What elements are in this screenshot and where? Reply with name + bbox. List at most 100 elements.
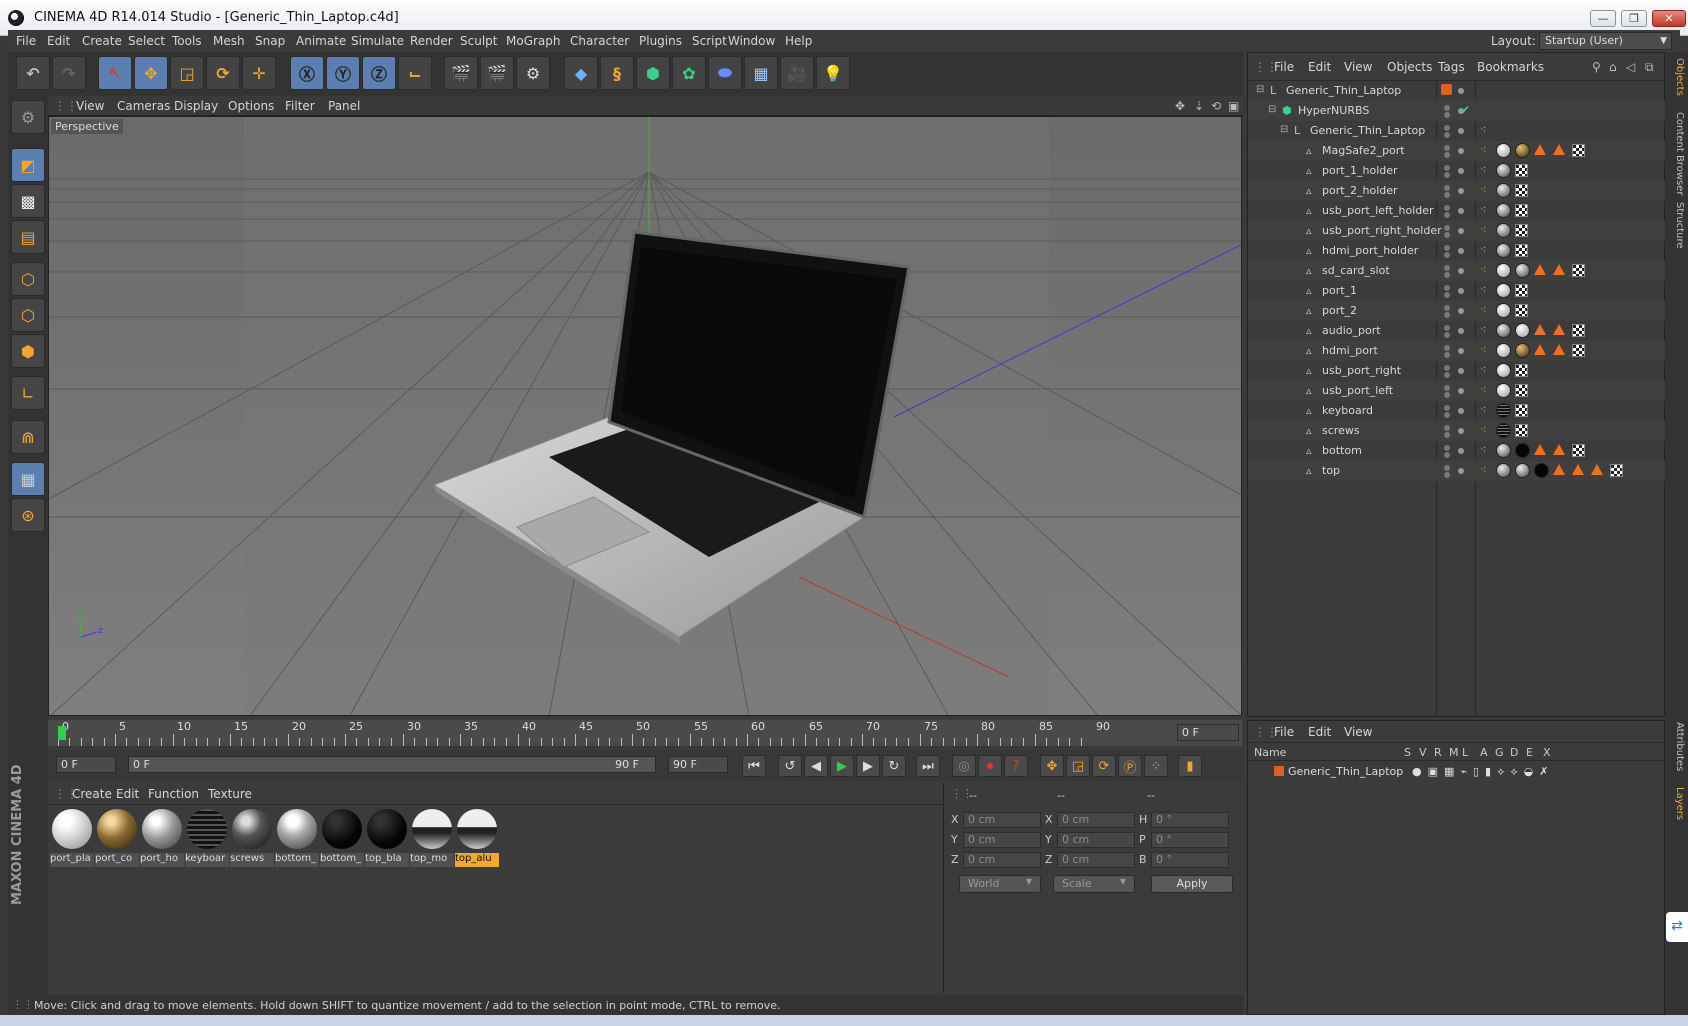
editor-visibility-dot[interactable] bbox=[1441, 84, 1452, 95]
phong-tag-icon[interactable]: ⁖ bbox=[1480, 143, 1486, 156]
editor-visibility-dot[interactable] bbox=[1444, 445, 1450, 451]
render-visibility-dot[interactable] bbox=[1444, 192, 1450, 198]
x-axis-lock-icon[interactable]: Ⓧ bbox=[290, 56, 324, 90]
enable-dot[interactable] bbox=[1458, 208, 1464, 214]
points-mode-icon[interactable]: ⬡ bbox=[11, 262, 45, 296]
teamviewer-icon[interactable]: ⇄ bbox=[1666, 912, 1688, 942]
material-tag-icon[interactable] bbox=[1496, 363, 1511, 378]
camera-icon[interactable]: 🎥 bbox=[780, 56, 814, 90]
coord-mode-dropdown[interactable]: World ▼ bbox=[959, 875, 1041, 893]
menu-snap[interactable]: Snap bbox=[255, 34, 285, 48]
material-tag-icon[interactable] bbox=[1496, 403, 1511, 418]
object-row[interactable]: ⊟ L Generic_Thin_Laptop ⁖ bbox=[1248, 121, 1666, 141]
editor-visibility-dot[interactable] bbox=[1444, 205, 1450, 211]
phong-tag-icon[interactable]: ⁖ bbox=[1480, 303, 1486, 316]
viewport-pan-icon[interactable]: ✥ bbox=[1175, 99, 1185, 113]
editor-visibility-dot[interactable] bbox=[1444, 185, 1450, 191]
end-frame-field[interactable]: 90 F bbox=[668, 756, 728, 773]
key-position-icon[interactable]: ✥ bbox=[1040, 755, 1064, 777]
uvw-tag-icon[interactable] bbox=[1515, 284, 1528, 297]
menu-tools[interactable]: Tools bbox=[172, 34, 202, 48]
previous-frame-icon[interactable]: ◀ bbox=[804, 755, 828, 777]
material-swatch[interactable]: bottom_ bbox=[275, 809, 319, 867]
rot-b-field[interactable]: 0 ° bbox=[1151, 852, 1229, 868]
objects-menu-file[interactable]: File bbox=[1274, 60, 1294, 74]
selection-tag-icon[interactable] bbox=[1553, 324, 1565, 335]
uvw-tag-icon[interactable] bbox=[1515, 184, 1528, 197]
next-frame-icon[interactable]: ▶ bbox=[856, 755, 880, 777]
material-swatch[interactable]: screws bbox=[230, 809, 274, 867]
layer-row[interactable]: Generic_Thin_Laptop ●▣▦⌁▯▮⟡⟡◒✗ bbox=[1248, 763, 1666, 781]
make-editable-icon[interactable]: ⚙ bbox=[11, 100, 45, 134]
layer-column-header[interactable]: Name bbox=[1254, 746, 1286, 759]
layer-column-header[interactable]: A bbox=[1480, 746, 1488, 759]
material-tag-icon[interactable] bbox=[1496, 203, 1511, 218]
uvw-tag-icon[interactable] bbox=[1572, 144, 1585, 157]
editor-visibility-dot[interactable] bbox=[1444, 145, 1450, 151]
enable-dot[interactable] bbox=[1458, 248, 1464, 254]
selection-tag-icon[interactable] bbox=[1553, 444, 1565, 455]
search-icon[interactable]: ⚲ bbox=[1592, 60, 1601, 74]
texture-mode-icon[interactable]: ▩ bbox=[11, 184, 45, 218]
render-visibility-dot[interactable] bbox=[1444, 232, 1450, 238]
layout-dropdown[interactable]: Startup (User) ▼ bbox=[1539, 32, 1672, 50]
menu-file[interactable]: File bbox=[16, 34, 36, 48]
layer-column-header[interactable]: E bbox=[1526, 746, 1533, 759]
material-tag-icon[interactable] bbox=[1515, 463, 1530, 478]
menu-mograph[interactable]: MoGraph bbox=[506, 34, 561, 48]
light-icon[interactable]: 💡 bbox=[816, 56, 850, 90]
next-key-icon[interactable]: ↻ bbox=[882, 755, 906, 777]
selection-tag-icon[interactable] bbox=[1591, 464, 1603, 475]
enable-dot[interactable] bbox=[1458, 428, 1464, 434]
object-row[interactable]: ▵ hdmi_port ⁖ bbox=[1248, 341, 1666, 361]
editor-visibility-dot[interactable] bbox=[1444, 405, 1450, 411]
keyframe-selection-icon[interactable]: ? bbox=[1004, 755, 1028, 777]
material-tag-icon[interactable] bbox=[1496, 423, 1511, 438]
enable-dot[interactable] bbox=[1458, 388, 1464, 394]
uvw-tag-icon[interactable] bbox=[1572, 444, 1585, 457]
object-row[interactable]: ▵ usb_port_right_holder ⁖ bbox=[1248, 221, 1666, 241]
material-swatch[interactable]: port_ho bbox=[140, 809, 184, 867]
render-visibility-dot[interactable] bbox=[1444, 472, 1450, 478]
menu-render[interactable]: Render bbox=[410, 34, 453, 48]
render-settings-icon[interactable]: ⚙ bbox=[516, 56, 550, 90]
pos-y-field[interactable]: 0 cm bbox=[963, 832, 1041, 848]
selection-tag-icon[interactable] bbox=[1572, 464, 1584, 475]
undo-icon[interactable]: ↶ bbox=[16, 56, 50, 90]
menu-help[interactable]: Help bbox=[785, 34, 812, 48]
phong-tag-icon[interactable]: ⁖ bbox=[1480, 463, 1486, 476]
render-visibility-dot[interactable] bbox=[1444, 412, 1450, 418]
objects-menu-objects[interactable]: Objects bbox=[1387, 60, 1432, 74]
restore-button[interactable]: ❐ bbox=[1621, 10, 1647, 27]
go-to-start-icon[interactable]: ⏮ bbox=[742, 755, 766, 777]
z-axis-lock-icon[interactable]: Ⓩ bbox=[362, 56, 396, 90]
render-visibility-dot[interactable] bbox=[1444, 432, 1450, 438]
scale-tool-icon[interactable]: ◲ bbox=[170, 56, 204, 90]
tab-structure[interactable]: Structure bbox=[1668, 202, 1685, 249]
recent-tool-icon[interactable]: ✛ bbox=[242, 56, 276, 90]
3d-viewport[interactable]: y z Perspective bbox=[48, 116, 1242, 716]
layer-column-header[interactable]: D bbox=[1510, 746, 1518, 759]
size-y-field[interactable]: 0 cm bbox=[1057, 832, 1135, 848]
editor-visibility-dot[interactable] bbox=[1444, 225, 1450, 231]
phong-tag-icon[interactable]: ⁖ bbox=[1480, 123, 1486, 136]
previous-key-icon[interactable]: ↺ bbox=[778, 755, 802, 777]
move-tool-icon[interactable]: ✥ bbox=[134, 56, 168, 90]
layer-flag-icons[interactable]: ●▣▦⌁▯▮⟡⟡◒✗ bbox=[1412, 765, 1554, 779]
object-row[interactable]: ▵ port_2 ⁖ bbox=[1248, 301, 1666, 321]
objects-menu-tags[interactable]: Tags bbox=[1438, 60, 1465, 74]
menu-window[interactable]: Window bbox=[728, 34, 775, 48]
material-swatch[interactable]: top_mo bbox=[410, 809, 454, 867]
objects-menu-bookmarks[interactable]: Bookmarks bbox=[1477, 60, 1544, 74]
cinema4d-app-icon[interactable] bbox=[8, 10, 24, 26]
material-tag-icon[interactable] bbox=[1496, 283, 1511, 298]
enable-dot[interactable] bbox=[1458, 128, 1464, 134]
enable-dot[interactable] bbox=[1458, 328, 1464, 334]
editor-visibility-dot[interactable] bbox=[1444, 105, 1450, 111]
objects-menu-view[interactable]: View bbox=[1344, 60, 1372, 74]
render-visibility-dot[interactable] bbox=[1444, 392, 1450, 398]
editor-visibility-dot[interactable] bbox=[1444, 385, 1450, 391]
material-tag-icon[interactable] bbox=[1496, 223, 1511, 238]
menu-script[interactable]: Script bbox=[692, 34, 727, 48]
material-menu-function[interactable]: Function bbox=[148, 787, 199, 801]
